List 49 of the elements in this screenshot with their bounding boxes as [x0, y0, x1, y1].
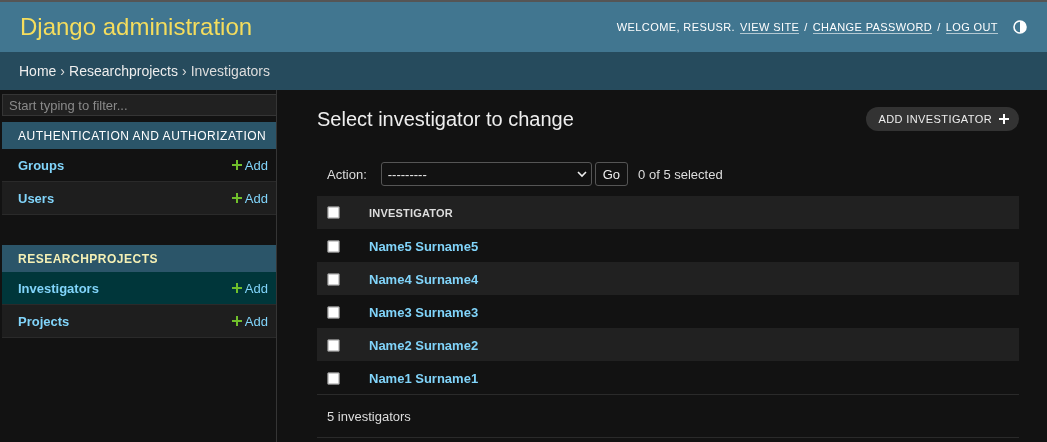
action-label: Action:	[327, 166, 367, 182]
model-link[interactable]: Users	[18, 190, 55, 206]
add-investigator-button[interactable]: ADD INVESTIGATOR	[866, 107, 1019, 131]
site-title[interactable]: Django administration	[20, 13, 253, 41]
checkbox[interactable]	[327, 305, 340, 319]
page-title: Select investigator to change	[317, 107, 574, 131]
checkbox[interactable]	[327, 272, 340, 286]
filter-field[interactable]: Start typing to filter...	[2, 94, 277, 116]
app-caption[interactable]: AUTHENTICATION AND AUTHORIZATION	[2, 122, 276, 149]
go-button[interactable]: Go	[594, 162, 629, 186]
column-header[interactable]: INVESTIGATOR	[369, 206, 453, 219]
checkbox[interactable]	[327, 371, 340, 385]
theme-toggle-icon[interactable]	[1013, 20, 1027, 34]
model-link[interactable]: Groups	[18, 157, 65, 173]
breadcrumb-current: Investigators	[190, 63, 270, 79]
add-link[interactable]: Add	[231, 280, 268, 296]
plus-icon	[231, 283, 242, 293]
add-link[interactable]: Add	[231, 157, 268, 173]
chevron-down-icon	[576, 170, 587, 178]
checkbox[interactable]	[327, 239, 340, 253]
add-link[interactable]: Add	[231, 313, 268, 329]
investigator-link[interactable]: Name2 Surname2	[369, 337, 479, 353]
header-link[interactable]: LOG OUT	[945, 20, 998, 34]
selection-count: 0 of 5 selected	[638, 166, 723, 182]
header-link[interactable]: VIEW SITE	[740, 20, 800, 34]
action-dropdown[interactable]: ---------	[380, 162, 592, 186]
model-link[interactable]: Investigators	[18, 280, 99, 296]
header-link[interactable]: CHANGE PASSWORD	[812, 20, 933, 34]
checkbox[interactable]	[327, 206, 340, 220]
breadcrumb-separator: ›	[181, 63, 187, 79]
add-link[interactable]: Add	[231, 190, 268, 206]
plus-icon	[231, 316, 242, 326]
breadcrumb-link[interactable]: Home	[19, 63, 57, 79]
separator-text: /	[937, 21, 941, 33]
plus-icon	[999, 114, 1009, 124]
plus-icon	[231, 193, 242, 203]
plus-icon	[231, 160, 242, 170]
investigator-link[interactable]: Name5 Surname5	[369, 238, 479, 254]
model-link[interactable]: Projects	[18, 313, 70, 329]
investigator-link[interactable]: Name3 Surname3	[369, 304, 479, 320]
investigator-link[interactable]: Name1 Surname1	[369, 370, 479, 386]
breadcrumb-link[interactable]: Researchprojects	[69, 63, 178, 79]
separator-text: /	[804, 21, 808, 33]
welcome-text: WELCOME, RESUSR.	[616, 21, 736, 33]
app-caption[interactable]: RESEARCHPROJECTS	[2, 245, 276, 272]
result-count: 5 investigators	[317, 394, 1019, 438]
investigator-link[interactable]: Name4 Surname4	[369, 271, 479, 287]
breadcrumb-separator: ›	[60, 63, 66, 79]
checkbox[interactable]	[327, 338, 340, 352]
